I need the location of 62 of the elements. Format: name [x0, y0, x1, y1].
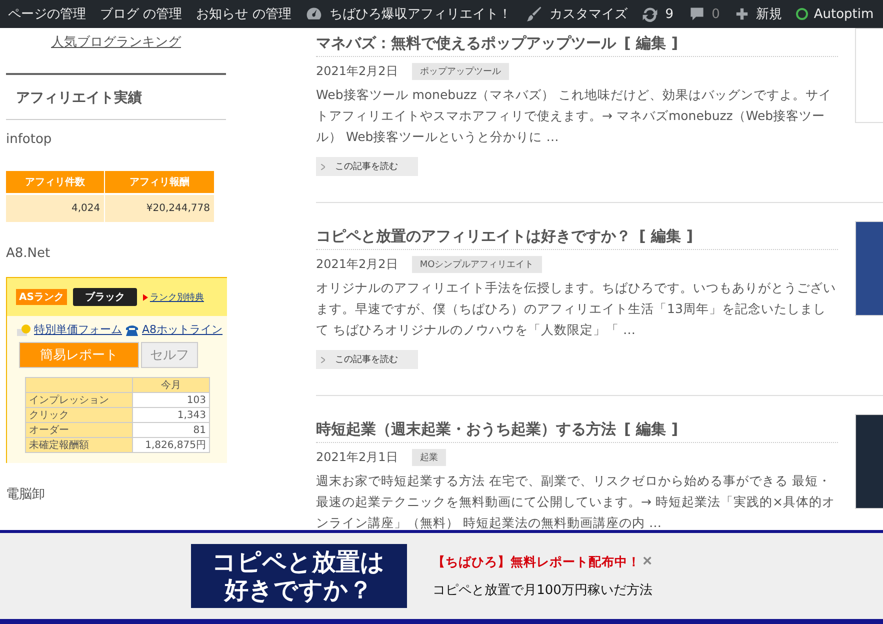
source-label: A8.Net: [6, 246, 52, 261]
admin-bar-item[interactable]: 0: [688, 5, 720, 23]
post-excerpt: オリジナルのアフィリエイト手法を伝授します。ちばひろです。いつもありがとうございます。早速ですが、僕（ちばひろ）のアフィリエイト生活「13周年」を記念いたしまして ちばひろオリジナルのノウハウを「人数限定」「 …: [316, 279, 837, 339]
admin-bar-item[interactable]: カスタマイズ: [525, 5, 628, 23]
post-title[interactable]: コピペと放置のアフィリエイトは好きですか？: [316, 227, 631, 246]
table-cell: 1,343: [132, 408, 210, 422]
widget-link[interactable]: A8ホットライン: [142, 322, 223, 337]
column-header: アフィリ報酬: [104, 171, 214, 194]
read-more-button[interactable]: この記事を読む: [316, 157, 418, 176]
row-header: クリック: [26, 408, 132, 422]
promo-heading[interactable]: コピペと放置は 好きですか？: [190, 544, 407, 608]
post-date: 2021年2月2日: [316, 63, 398, 80]
category-tag[interactable]: ポップアップツール: [412, 63, 509, 80]
brush-icon: [525, 5, 544, 23]
section-title: アフィリエイト実績: [15, 89, 143, 108]
row-header: オーダー: [26, 422, 132, 438]
admin-bar-item[interactable]: 9: [641, 5, 674, 23]
promo-headline[interactable]: 【ちばひろ】無料レポート配布中！: [432, 554, 641, 570]
edit-link[interactable]: [ 編集 ]: [624, 34, 678, 53]
table-cell: 103: [132, 392, 210, 408]
row-header: 未確定報酬額: [26, 438, 132, 452]
post-title[interactable]: マネバズ：無料で使えるポップアップツール: [316, 34, 616, 53]
admin-bar-item[interactable]: Autoptim: [796, 6, 874, 22]
comment-icon: [688, 5, 706, 23]
admin-bar-item[interactable]: お知らせ の管理: [196, 5, 292, 23]
rank-badge: ブラック: [72, 288, 137, 306]
coin-icon: [17, 324, 31, 336]
post-excerpt: 週末お家で時短起業する方法 在宅で、副業で、リスクゼロから始める事ができる 最短・最速の起業テクニックを無料動画にて公開しています。→ 時短起業法「実践的×具体的オンライン講座」（無料） 時短起業法の無料動画講座の内 …: [316, 472, 836, 532]
status-ring-icon: [796, 8, 808, 20]
row-header: インプレッション: [26, 392, 132, 408]
triangle-icon: [142, 294, 148, 300]
table-cell: ¥20,244,778: [104, 194, 214, 222]
source-label: 電脳卸: [6, 486, 46, 503]
admin-bar-item[interactable]: ページの管理: [8, 5, 86, 23]
table-cell: 81: [132, 422, 210, 438]
edit-link[interactable]: [ 編集 ]: [639, 227, 694, 246]
promo-subtext[interactable]: コピペと放置で月100万円稼いだ方法: [432, 580, 652, 598]
category-tag[interactable]: 起業: [412, 449, 446, 466]
admin-bar-item[interactable]: ちばひろ爆収アフィリエイト！: [305, 5, 512, 23]
phone-icon: [125, 324, 139, 336]
ranking-link[interactable]: 人気ブログランキング: [51, 35, 181, 50]
post-title[interactable]: 時短起業（週末起業・おうち起業）する方法: [316, 420, 616, 439]
source-label: infotop: [6, 132, 53, 147]
category-tag[interactable]: MOシンプルアフィリエイト: [412, 256, 542, 273]
edit-link[interactable]: [ 編集 ]: [624, 420, 678, 439]
post-date: 2021年2月1日: [316, 449, 398, 466]
read-more-button[interactable]: この記事を読む: [316, 350, 418, 369]
rank-label: ASランク: [16, 289, 67, 305]
post-excerpt: Web接客ツール monebuzz（マネバズ） これ地味だけど、効果はバッグンですよ。サイトアフィリエイトやスマホアフィリで使えます。→ マネバズmonebuzz（Web接客ツール） Web接客ツールというと分かりに …: [316, 86, 833, 146]
admin-bar-item[interactable]: ブログ の管理: [100, 5, 182, 23]
refresh-icon: [641, 5, 660, 23]
column-header: 今月: [132, 378, 210, 392]
chevron-icon: [321, 164, 325, 170]
benefits-link[interactable]: ランク別特典: [150, 290, 204, 304]
chevron-icon: [321, 356, 325, 362]
plus-icon: [734, 6, 750, 22]
post-date: 2021年2月2日: [316, 256, 398, 273]
column-header: アフィリ件数: [6, 171, 105, 194]
admin-bar-item[interactable]: 新規: [734, 5, 782, 23]
table-cell: 1,826,875円: [132, 438, 210, 452]
table-cell: 4,024: [6, 194, 105, 222]
widget-link[interactable]: 特別単価フォーム: [34, 322, 122, 337]
